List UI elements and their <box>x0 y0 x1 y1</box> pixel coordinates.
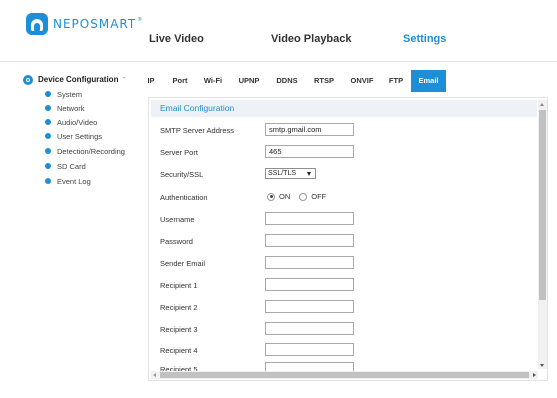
bullet-icon <box>45 105 51 111</box>
bullet-icon <box>45 119 51 125</box>
vertical-scroll-thumb[interactable] <box>539 110 546 300</box>
settings-sidebar: Device Configuration - System Network Au… <box>0 62 140 398</box>
auth-off-radio[interactable] <box>299 192 308 201</box>
sidebar-item-network[interactable]: Network <box>45 103 85 113</box>
nav-video-playback[interactable]: Video Playback <box>271 33 352 45</box>
scroll-left-arrow-icon[interactable] <box>153 373 156 377</box>
horizontal-scroll-thumb[interactable] <box>160 372 529 378</box>
password-label: Password <box>160 237 193 246</box>
tab-upnp[interactable]: UPNP <box>236 70 262 92</box>
username-input[interactable] <box>265 212 354 225</box>
server-port-input[interactable] <box>265 145 354 158</box>
bullet-icon <box>45 148 51 154</box>
sidebar-item-sd-card[interactable]: SD Card <box>45 161 86 171</box>
sender-email-input[interactable] <box>265 256 354 269</box>
bullet-icon <box>45 163 51 169</box>
auth-on-radio[interactable] <box>267 192 275 201</box>
section-header: Email Configuration <box>151 100 537 117</box>
password-input[interactable] <box>265 234 354 247</box>
auth-on-label: ON <box>279 192 291 201</box>
tab-wifi[interactable]: Wi-Fi <box>202 70 224 92</box>
recipient-2-input[interactable] <box>265 300 354 313</box>
recipient-4-label: Recipient 4 <box>160 346 198 355</box>
tab-onvif[interactable]: ONVIF <box>348 70 376 92</box>
security-ssl-label: Security/SSL <box>160 170 204 179</box>
sidebar-section-title: Device Configuration <box>38 75 119 84</box>
tab-ftp[interactable]: FTP <box>387 70 405 92</box>
sender-email-label: Sender Email <box>160 259 206 268</box>
brand-trademark: ® <box>137 17 144 23</box>
sidebar-item-user-settings[interactable]: User Settings <box>45 131 102 141</box>
recipient-4-input[interactable] <box>265 343 354 356</box>
dropdown-arrow-icon <box>307 172 311 176</box>
horizontal-scrollbar[interactable] <box>151 371 538 379</box>
tab-ddns[interactable]: DDNS <box>274 70 300 92</box>
sidebar-section-device-configuration[interactable]: Device Configuration <box>23 73 118 86</box>
recipient-2-label: Recipient 2 <box>160 303 198 312</box>
scroll-right-arrow-icon[interactable] <box>533 373 536 377</box>
email-config-panel: Email Configuration SMTP Server Address … <box>148 97 548 381</box>
recipient-1-label: Recipient 1 <box>160 281 198 290</box>
sidebar-item-system[interactable]: System <box>45 89 82 99</box>
authentication-label: Authentication <box>160 193 208 202</box>
bullet-icon <box>45 133 51 139</box>
auth-off-label: OFF <box>311 192 327 201</box>
nav-settings[interactable]: Settings <box>403 33 446 45</box>
sidebar-item-detection-recording[interactable]: Detection/Recording <box>45 146 125 156</box>
tab-email[interactable]: Email <box>411 70 446 92</box>
scroll-up-arrow-icon[interactable] <box>540 103 544 106</box>
bullet-icon <box>45 178 51 184</box>
tab-port[interactable]: Port <box>169 70 191 92</box>
collapse-icon[interactable]: - <box>123 73 126 82</box>
vertical-scrollbar[interactable] <box>538 100 547 369</box>
scroll-down-arrow-icon[interactable] <box>540 364 544 367</box>
brand-logo: NEPOSMART® <box>26 12 143 36</box>
server-port-label: Server Port <box>160 148 198 157</box>
app-header: NEPOSMART® Live Video Video Playback Set… <box>0 0 557 62</box>
smtp-server-label: SMTP Server Address <box>160 126 235 135</box>
brand-name: NEPOSMART <box>53 17 137 31</box>
security-ssl-select[interactable]: SSL/TLS <box>265 168 316 179</box>
nav-live-video[interactable]: Live Video <box>149 33 204 45</box>
settings-gear-icon <box>23 74 33 85</box>
section-title: Email Configuration <box>160 103 235 113</box>
security-ssl-value: SSL/TLS <box>268 170 297 177</box>
brand-logo-icon <box>26 13 48 35</box>
recipient-3-input[interactable] <box>265 322 354 335</box>
sidebar-item-audio-video[interactable]: Audio/Video <box>45 117 97 127</box>
recipient-1-input[interactable] <box>265 278 354 291</box>
username-label: Username <box>160 215 195 224</box>
authentication-radio-group: ON OFF <box>267 192 335 201</box>
recipient-3-label: Recipient 3 <box>160 325 198 334</box>
smtp-server-input[interactable] <box>265 123 354 136</box>
tab-rtsp[interactable]: RTSP <box>311 70 337 92</box>
bullet-icon <box>45 91 51 97</box>
sidebar-item-event-log[interactable]: Event Log <box>45 176 91 186</box>
tab-ip[interactable]: IP <box>145 70 157 92</box>
